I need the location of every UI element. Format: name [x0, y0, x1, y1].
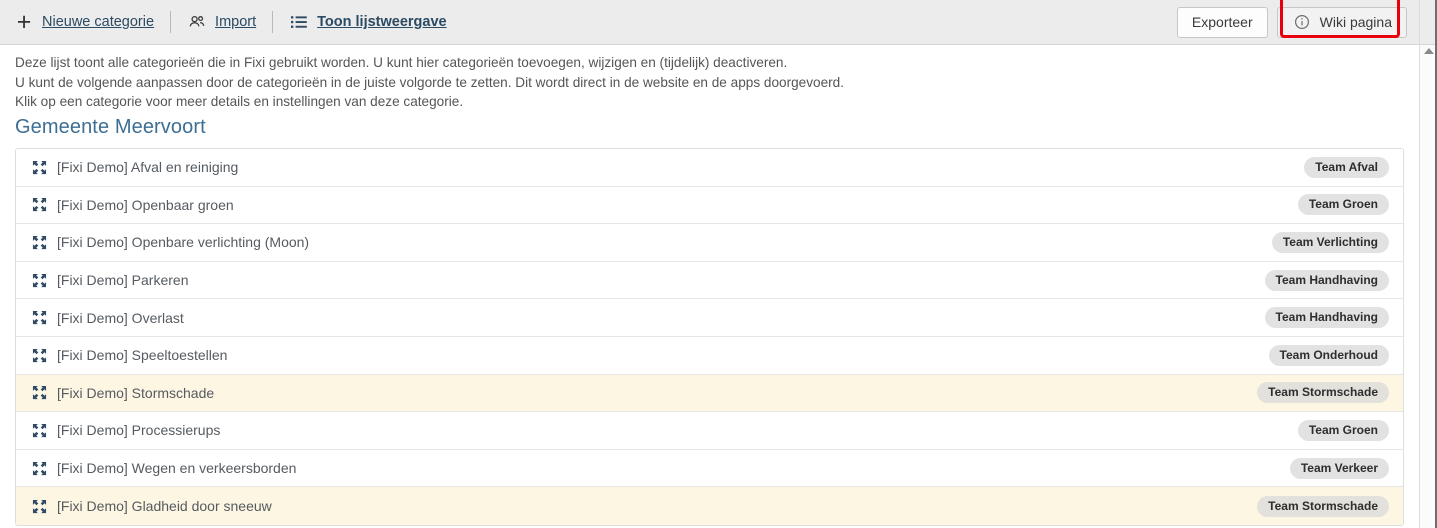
toolbar-divider-1 — [170, 11, 172, 33]
category-row[interactable]: [Fixi Demo] Speeltoestellen Team Onderhou… — [16, 336, 1403, 375]
move-icon[interactable] — [32, 423, 47, 438]
team-badge: Team Handhaving — [1264, 269, 1389, 291]
intro-line-2: U kunt de volgende aanpassen door de cat… — [15, 74, 844, 90]
show-list-view-action[interactable]: Toon lijstweergave — [289, 12, 460, 32]
team-badge: Team Handhaving — [1264, 307, 1389, 329]
info-circle-icon — [1292, 12, 1312, 32]
team-badge: Team Afval — [1304, 156, 1389, 178]
category-label: [Fixi Demo] Speeltoestellen — [57, 347, 228, 364]
team-badge: Team Stormschade — [1257, 495, 1389, 517]
category-label: [Fixi Demo] Openbare verlichting (Moon) — [57, 234, 310, 251]
category-label: [Fixi Demo] Processierups — [57, 422, 221, 439]
move-icon[interactable] — [32, 348, 47, 363]
move-icon[interactable] — [32, 385, 47, 400]
move-icon[interactable] — [32, 160, 47, 175]
move-icon[interactable] — [32, 273, 47, 288]
category-row[interactable]: [Fixi Demo] Stormschade Team Stormschade — [16, 374, 1403, 413]
intro-text: Deze lijst toont alle categorieën die in… — [15, 53, 1395, 112]
users-icon — [187, 12, 207, 32]
category-row[interactable]: [Fixi Demo] Openbare verlichting (Moon) T… — [16, 224, 1403, 262]
show-list-view-label: Toon lijstweergave — [317, 14, 447, 30]
team-badge: Team Groen — [1297, 194, 1389, 216]
category-label: [Fixi Demo] Overlast — [57, 309, 184, 326]
category-row[interactable]: [Fixi Demo] Openbaar groen Team Groen — [16, 186, 1403, 225]
intro-line-3: Klik op een categorie voor meer details … — [15, 94, 464, 109]
import-label: Import — [215, 14, 257, 30]
team-badge: Team Verkeer — [1289, 457, 1389, 479]
wiki-page-label: Wiki pagina — [1319, 14, 1392, 30]
category-label: [Fixi Demo] Afval en reiniging — [57, 159, 239, 176]
export-button[interactable]: Exporteer — [1176, 6, 1268, 38]
team-badge: Team Verlichting — [1271, 231, 1389, 253]
category-label: [Fixi Demo] Parkeren — [57, 272, 189, 289]
team-badge: Team Onderhoud — [1268, 344, 1389, 366]
list-icon — [289, 12, 309, 32]
toolbar-actions: + Nieuwe categorie Import Toon lijstweer… — [14, 0, 1177, 44]
wiki-page-button[interactable]: Wiki pagina — [1276, 6, 1407, 38]
toolbar: + Nieuwe categorie Import Toon lijstweer… — [0, 0, 1419, 45]
move-icon[interactable] — [32, 499, 47, 514]
toolbar-divider-2 — [272, 11, 274, 33]
export-label: Exporteer — [1191, 14, 1253, 30]
category-row[interactable]: [Fixi Demo] Wegen en verkeersborden Team … — [16, 449, 1403, 488]
category-list: [Fixi Demo] Afval en reiniging Team Afval… — [15, 148, 1404, 526]
category-row[interactable]: [Fixi Demo] Parkeren Team Handhaving — [16, 261, 1403, 300]
category-label: [Fixi Demo] Gladheid door sneeuw — [57, 498, 272, 515]
category-row[interactable]: [Fixi Demo] Overlast Team Handhaving — [16, 299, 1403, 337]
plus-icon: + — [16, 8, 32, 36]
import-action[interactable]: Import — [187, 12, 270, 32]
category-label: [Fixi Demo] Wegen en verkeersborden — [57, 460, 297, 477]
intro-line-1: Deze lijst toont alle categorieën die in… — [15, 55, 788, 70]
page-root: + Nieuwe categorie Import Toon lijstweer… — [0, 0, 1437, 528]
new-category-action[interactable]: + Nieuwe categorie — [14, 8, 168, 36]
team-badge: Team Groen — [1297, 419, 1389, 441]
move-icon[interactable] — [32, 461, 47, 476]
scroll-up-arrow[interactable] — [1424, 48, 1434, 54]
category-row[interactable]: [Fixi Demo] Processierups Team Groen — [16, 412, 1403, 450]
category-label: [Fixi Demo] Stormschade — [57, 384, 215, 401]
move-icon[interactable] — [32, 310, 47, 325]
page-title: Gemeente Meervoort — [15, 116, 206, 138]
category-row[interactable]: [Fixi Demo] Gladheid door sneeuw Team Sto… — [16, 487, 1403, 525]
move-icon[interactable] — [32, 197, 47, 212]
category-label: [Fixi Demo] Openbaar groen — [57, 196, 234, 213]
team-badge: Team Stormschade — [1257, 382, 1389, 404]
category-row[interactable]: [Fixi Demo] Afval en reiniging Team Afval — [16, 149, 1403, 187]
new-category-label: Nieuwe categorie — [42, 14, 155, 30]
toolbar-right-buttons: Exporteer Wiki pagina — [1176, 0, 1407, 38]
move-icon[interactable] — [32, 235, 47, 250]
